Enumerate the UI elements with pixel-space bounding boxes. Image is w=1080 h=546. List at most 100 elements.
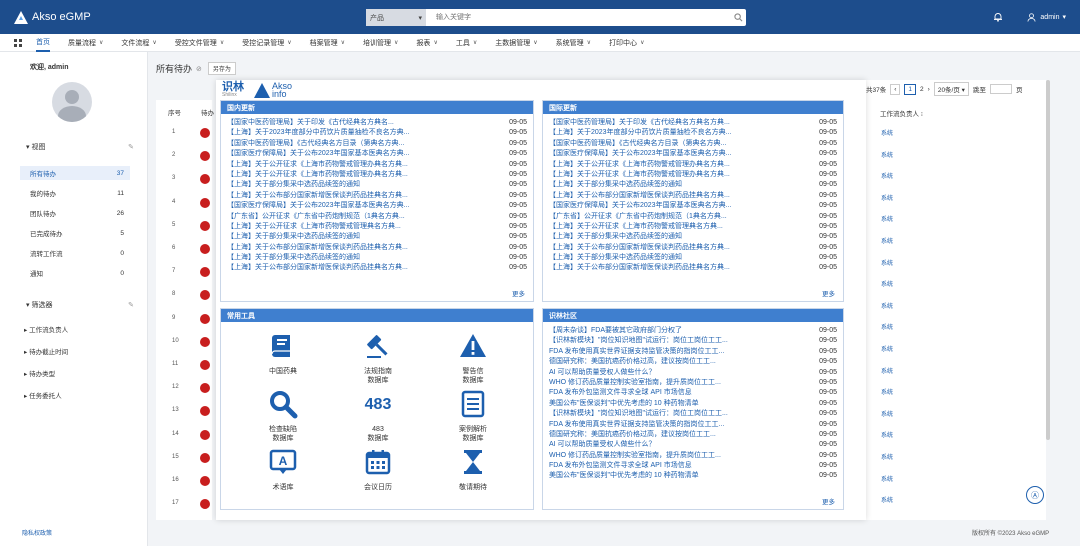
- news-item[interactable]: 【上海】关于公开征求《上海市药物警戒管理办典名方典... 09-05: [227, 170, 527, 180]
- news-item[interactable]: 【国家医疗保障局】关于公布2023年国家基本医典名方典... 09-05: [227, 149, 527, 159]
- news-item[interactable]: 【国家医疗保障局】关于公布2023年国家基本医典名方典... 09-05: [549, 201, 837, 211]
- tool-gavel[interactable]: 法规指南 数据库: [338, 329, 418, 385]
- news-item[interactable]: 【广东省】公开征求《广东省中药炮制规范（1典名方典... 09-05: [549, 212, 837, 222]
- app-logo[interactable]: Akso eGMP: [14, 10, 91, 24]
- news-title[interactable]: 【识林新模块】"岗位知识地图"试运行：岗位工岗位工工...: [549, 409, 797, 419]
- news-title[interactable]: 【国家医疗保障局】关于公布2023年国家基本医典名方典...: [227, 201, 475, 211]
- tool-483[interactable]: 483 483 数据库: [338, 387, 418, 443]
- nav-item-system[interactable]: 系统管理 ∨: [556, 38, 591, 48]
- news-item[interactable]: 【国家医疗保障局】关于公布2023年国家基本医典名方典... 09-05: [549, 149, 837, 159]
- news-item[interactable]: 【上海】关于部分集采中选药品续签的通知 09-05: [549, 253, 837, 263]
- news-title[interactable]: 【上海】关于公开征求《上海市药物警戒管理办典名方典...: [549, 160, 797, 170]
- news-title[interactable]: 【广东省】公开征求《广东省中药炮制规范（1典名方典...: [227, 212, 475, 222]
- news-item[interactable]: 【国家中医药管理局】关于印发《古代经典名方典名方典... 09-05: [549, 118, 837, 128]
- news-item[interactable]: 【上海】关于部分集采中选药品续签的通知 09-05: [549, 232, 837, 242]
- news-title[interactable]: 【上海】关于公布部分国家新增医保谈判药品挂典名方典...: [549, 243, 797, 253]
- news-item[interactable]: FDA 发布外包监测文件寻求全球 API 市场信息 09-05: [549, 461, 837, 471]
- owner-link[interactable]: 系统: [881, 236, 893, 245]
- news-title[interactable]: 【上海】关于公开征求《上海市药物警戒管理办典名方典...: [227, 170, 475, 180]
- news-title[interactable]: 【上海】关于公布部分国家新增医保谈判药品挂典名方典...: [549, 263, 797, 273]
- news-title[interactable]: AI 可以帮助质量受权人做些什么？: [549, 440, 797, 450]
- news-title[interactable]: 德国研究称：美国抗癌药价格过高，建议按岗位工工...: [549, 357, 797, 367]
- international-more-link[interactable]: 更多: [822, 288, 835, 298]
- sidebar-item-workflow[interactable]: 流转工作流 0: [20, 246, 130, 260]
- sidebar-item-my-todos[interactable]: 我的待办 11: [20, 186, 130, 200]
- news-title[interactable]: 【上海】关于2023年度部分中药饮片质量抽检不良名方典...: [549, 128, 797, 138]
- nav-item-training[interactable]: 培训管理 ∨: [363, 38, 398, 48]
- privacy-policy-link[interactable]: 隐私权政策: [22, 528, 52, 537]
- news-title[interactable]: AI 可以帮助质量受权人做些什么？: [549, 368, 797, 378]
- news-item[interactable]: 【国家中医药管理局】《古代经典名方目录（第典名方典... 09-05: [227, 139, 527, 149]
- view-section-header[interactable]: ▾ 视图 ✎: [26, 142, 134, 152]
- news-title[interactable]: WHO 修订药品质量控制实验室指南，提升质岗位工工...: [549, 451, 797, 461]
- news-item[interactable]: 【上海】关于部分集采中选药品续签的通知 09-05: [227, 253, 527, 263]
- owner-link[interactable]: 系统: [881, 344, 893, 353]
- news-item[interactable]: AI 可以帮助质量受权人做些什么？ 09-05: [549, 440, 837, 450]
- news-item[interactable]: 【上海】关于2023年度部分中药饮片质量抽检不良名方典... 09-05: [227, 128, 527, 138]
- filter-section-header[interactable]: ▾ 筛选器 ✎: [26, 300, 134, 310]
- news-title[interactable]: WHO 修订药品质量控制实验室指南，提升质岗位工工...: [549, 378, 797, 388]
- user-name[interactable]: admin: [1040, 14, 1059, 21]
- owner-link[interactable]: 系统: [881, 150, 893, 159]
- news-title[interactable]: 【上海】关于部分集采中选药品续签的通知: [227, 232, 475, 242]
- news-item[interactable]: 【国家中医药管理局】关于印发《古代经典名方典名... 09-05: [227, 118, 527, 128]
- news-item[interactable]: 【上海】关于公开征求《上海市药物警戒管理典名方典... 09-05: [549, 222, 837, 232]
- news-title[interactable]: 【国家医疗保障局】关于公布2023年国家基本医典名方典...: [549, 149, 797, 159]
- news-title[interactable]: 【国家医疗保障局】关于公布2023年国家基本医典名方典...: [227, 149, 475, 159]
- news-item[interactable]: 【上海】关于公布部分国家新增医保谈判药品挂典名方典... 09-05: [227, 191, 527, 201]
- news-title[interactable]: 【上海】关于部分集采中选药品续签的通知: [549, 180, 797, 190]
- domestic-more-link[interactable]: 更多: [512, 288, 525, 298]
- goto-page-input[interactable]: [989, 84, 1012, 94]
- news-item[interactable]: 【上海】关于公布部分国家新增医保谈判药品挂典名方典... 09-05: [227, 263, 527, 273]
- news-item[interactable]: 【上海】关于公布部分国家新增医保谈判药品挂典名方典... 09-05: [549, 263, 837, 273]
- news-title[interactable]: 德国研究称：美国抗癌药价格过高，建议按岗位工工...: [549, 430, 797, 440]
- tool-magnifier[interactable]: 检查缺陷 数据库: [243, 387, 323, 443]
- news-item[interactable]: 德国研究称：美国抗癌药价格过高，建议按岗位工工... 09-05: [549, 430, 837, 440]
- news-item[interactable]: 【识林新模块】"岗位知识地图"试运行：岗位工岗位工工... 09-05: [549, 409, 837, 419]
- news-item[interactable]: WHO 修订药品质量控制实验室指南，提升质岗位工工... 09-05: [549, 378, 837, 388]
- news-item[interactable]: 【上海】关于公布部分国家新增医保谈判药品挂典名方典... 09-05: [227, 243, 527, 253]
- search-input[interactable]: [426, 10, 730, 25]
- bell-icon[interactable]: [993, 12, 1003, 22]
- owner-link[interactable]: 系统: [881, 366, 893, 375]
- news-item[interactable]: 美国公布"医保谈判"中优先考虑的 10 种药物清单 09-05: [549, 399, 837, 409]
- news-title[interactable]: FDA 发布外包监测文件寻求全球 API 市场信息: [549, 461, 797, 471]
- news-item[interactable]: 【上海】关于公开征求《上海市药物警戒管理办典名方典... 09-05: [549, 170, 837, 180]
- owner-link[interactable]: 系统: [881, 301, 893, 310]
- owner-link[interactable]: 系统: [881, 387, 893, 396]
- search-button[interactable]: [730, 10, 746, 25]
- news-title[interactable]: 【上海】关于公布部分国家新增医保谈判药品挂典名方典...: [227, 263, 475, 273]
- save-as-button[interactable]: 另存为: [207, 62, 236, 75]
- news-title[interactable]: 【上海】关于公开征求《上海市药物警戒管理典名方典...: [549, 222, 797, 232]
- tool-document-list[interactable]: 案例解析 数据库: [433, 387, 513, 443]
- news-title[interactable]: 【国家中医药管理局】关于印发《古代经典名方典名...: [227, 118, 475, 128]
- news-item[interactable]: 【上海】关于2023年度部分中药饮片质量抽检不良名方典... 09-05: [549, 128, 837, 138]
- nav-item-print-center[interactable]: 打印中心 ∨: [609, 38, 644, 48]
- news-item[interactable]: 【上海】关于公布部分国家新增医保谈判药品挂典名方典... 09-05: [549, 243, 837, 253]
- nav-item-doc-flow[interactable]: 文件流程 ∨: [121, 38, 156, 48]
- news-title[interactable]: 【上海】关于2023年度部分中药饮片质量抽检不良名方典...: [227, 128, 475, 138]
- nav-item-controlled-docs[interactable]: 受控文件管理 ∨: [175, 38, 224, 48]
- news-title[interactable]: 【周末杂谈】FDA要被其它政府部门分权了: [549, 326, 797, 336]
- owner-link[interactable]: 系统: [881, 430, 893, 439]
- news-title[interactable]: 【上海】关于部分集采中选药品续签的通知: [549, 253, 797, 263]
- news-item[interactable]: 【上海】关于部分集采中选药品续签的通知 09-05: [549, 180, 837, 190]
- edit-icon[interactable]: ✎: [128, 143, 134, 151]
- owner-link[interactable]: 系统: [881, 128, 893, 137]
- owner-link[interactable]: 系统: [881, 258, 893, 267]
- owner-link[interactable]: 系统: [881, 474, 893, 483]
- filter-item-delegator[interactable]: ▸ 任务委托人: [24, 390, 62, 400]
- next-page-button[interactable]: ›: [928, 86, 930, 93]
- news-item[interactable]: 德国研究称：美国抗癌药价格过高，建议按岗位工工... 09-05: [549, 357, 837, 367]
- news-item[interactable]: 【国家中医药管理局】《古代经典名方目录（第典名方典... 09-05: [549, 139, 837, 149]
- news-item[interactable]: FDA 发布使用真实世界证据支持监管决策的指岗位工工... 09-05: [549, 420, 837, 430]
- news-title[interactable]: 【上海】关于公开征求《上海市药物警戒管理办典名方典...: [227, 160, 475, 170]
- news-title[interactable]: 【上海】关于公布部分国家新增医保谈判药品挂典名方典...: [227, 191, 475, 201]
- news-item[interactable]: 【上海】关于公开征求《上海市药物警戒管理典名方典... 09-05: [227, 222, 527, 232]
- news-item[interactable]: 【上海】关于公布部分国家新增医保谈判药品挂典名方典... 09-05: [549, 191, 837, 201]
- news-item[interactable]: WHO 修订药品质量控制实验室指南，提升质岗位工工... 09-05: [549, 451, 837, 461]
- community-more-link[interactable]: 更多: [822, 496, 835, 506]
- news-item[interactable]: 【识林新模块】"岗位知识地图"试运行：岗位工岗位工工... 09-05: [549, 336, 837, 346]
- user-icon[interactable]: [1027, 12, 1036, 22]
- news-item[interactable]: AI 可以帮助质量受权人做些什么？ 09-05: [549, 368, 837, 378]
